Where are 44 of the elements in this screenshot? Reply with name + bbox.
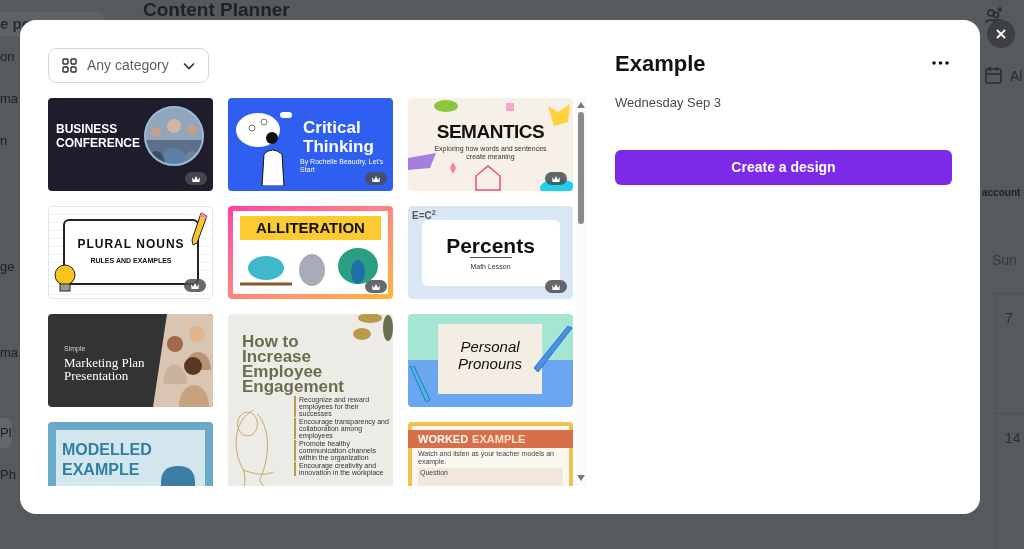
scroll-down-icon — [577, 475, 585, 481]
template-title: EXAMPLE — [472, 431, 526, 447]
template-title: SEMANTICS — [435, 122, 546, 142]
scrollbar[interactable] — [576, 98, 586, 486]
template-card[interactable]: BUSINESS CONFERENCE — [48, 98, 213, 191]
crown-icon — [371, 174, 381, 183]
template-title: Marketing Plan Presentation — [64, 356, 146, 382]
scroll-up-icon — [577, 102, 585, 108]
crown-icon — [191, 174, 201, 183]
template-card[interactable]: Personal Pronouns — [408, 314, 573, 407]
template-card[interactable]: ALLITERATION — [228, 206, 393, 299]
category-dropdown[interactable]: Any category — [48, 48, 209, 83]
template-title: Personal Pronouns — [456, 338, 524, 372]
close-icon — [996, 29, 1006, 39]
crown-icon — [371, 282, 381, 291]
formula-text: E=C$^{2}$ — [412, 208, 436, 223]
template-title: BUSINESS CONFERENCE — [56, 122, 141, 150]
create-design-button[interactable]: Create a design — [615, 149, 952, 185]
column-label: account — [982, 186, 1021, 200]
calendar-icon — [985, 66, 1002, 84]
lightbulb-icon — [53, 263, 77, 293]
people-add-icon — [984, 6, 1004, 26]
template-title: PLURAL NOUNS — [76, 236, 186, 253]
date-text: Wednesday Sep 3 — [615, 94, 722, 112]
crown-icon — [551, 174, 561, 183]
close-button[interactable] — [987, 20, 1015, 48]
more-icon — [931, 61, 949, 65]
scrollbar-thumb[interactable] — [578, 112, 584, 224]
template-card[interactable] — [228, 314, 393, 486]
pencil-icon — [189, 211, 209, 247]
template-title: Critical Thinking — [303, 118, 375, 156]
template-title: WORKED — [418, 431, 469, 447]
template-title: ALLITERATION — [240, 216, 381, 240]
crown-icon — [190, 281, 200, 290]
pen-icon — [408, 366, 432, 404]
template-card[interactable]: MODELLED EXAMPLE — [48, 422, 213, 486]
crown-icon — [551, 282, 561, 291]
chevron-down-icon — [183, 61, 195, 70]
template-title: Percents — [445, 233, 536, 259]
page-title: Content Planner — [143, 0, 290, 19]
template-title: How to Increase Employee Engagement — [242, 334, 346, 394]
template-title: MODELLED EXAMPLE — [62, 440, 153, 480]
dialog-title: Example — [615, 49, 706, 78]
grid-icon — [62, 58, 77, 73]
